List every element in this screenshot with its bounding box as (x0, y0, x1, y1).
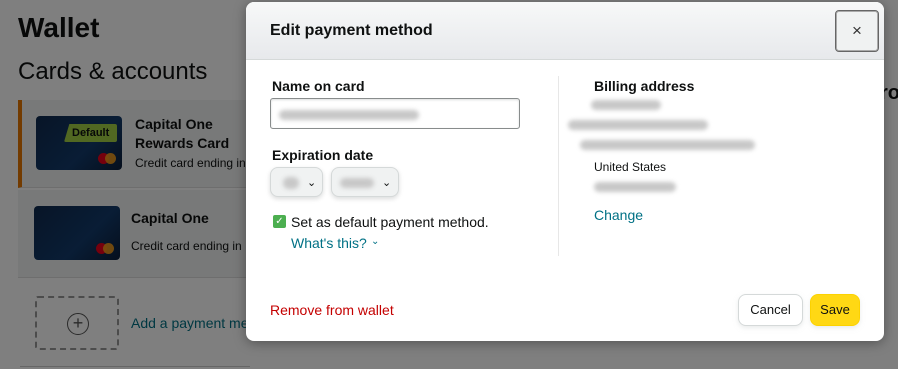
change-address-link[interactable]: Change (594, 207, 643, 223)
chevron-down-icon: ⌄ (371, 236, 380, 247)
redacted-text (340, 178, 374, 188)
default-payment-label: Set as default payment method. (291, 214, 489, 230)
cancel-button[interactable]: Cancel (738, 294, 803, 326)
redacted-text (594, 182, 676, 192)
whats-this-link[interactable]: What's this? (291, 235, 367, 251)
remove-from-wallet-link[interactable]: Remove from wallet (270, 302, 394, 318)
redacted-text (580, 140, 755, 150)
edit-payment-modal: Edit payment method × Name on card Expir… (246, 2, 884, 341)
modal-header: Edit payment method × (246, 2, 884, 60)
save-button[interactable]: Save (810, 294, 860, 326)
name-on-card-label: Name on card (272, 78, 365, 94)
close-button[interactable]: × (835, 10, 879, 52)
expiration-month-select[interactable]: ⌄ (270, 167, 323, 197)
close-icon: × (852, 21, 862, 40)
redacted-text (568, 120, 708, 130)
redacted-text (279, 110, 419, 120)
column-divider (558, 76, 559, 256)
billing-address-label: Billing address (594, 78, 695, 94)
expiration-date-label: Expiration date (272, 147, 374, 163)
chevron-down-icon: ⌄ (307, 177, 317, 189)
name-on-card-input[interactable] (270, 98, 520, 129)
billing-country: United States (594, 160, 667, 174)
expiration-year-select[interactable]: ⌄ (331, 167, 399, 197)
modal-title: Edit payment method (270, 22, 433, 39)
chevron-down-icon: ⌄ (382, 177, 392, 189)
checkmark-icon: ✓ (275, 216, 284, 227)
default-payment-checkbox[interactable]: ✓ (273, 215, 286, 228)
redacted-text (591, 100, 661, 110)
redacted-text (283, 177, 299, 189)
